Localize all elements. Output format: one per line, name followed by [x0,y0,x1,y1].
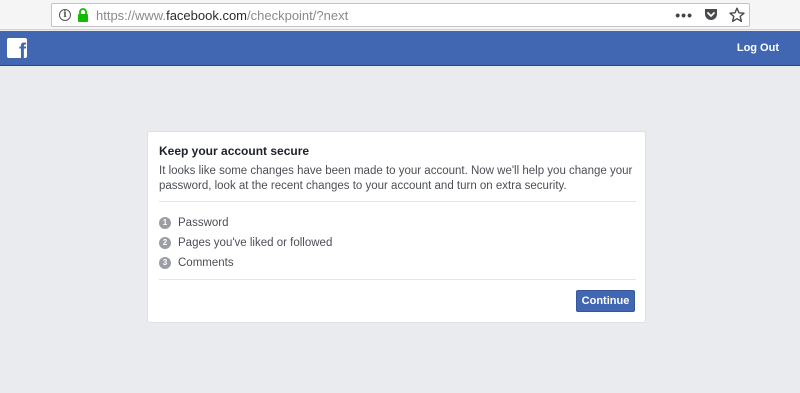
step-label: Comments [178,257,234,269]
browser-toolbar: i https://www.facebook.com/checkpoint/?n… [0,0,800,30]
steps-list: 1 Password 2 Pages you've liked or follo… [159,213,332,273]
step-item-password: 1 Password [159,213,332,233]
card-description: It looks like some changes have been mad… [159,165,633,192]
address-bar[interactable]: i https://www.facebook.com/checkpoint/?n… [51,3,750,27]
step-number-badge: 3 [159,257,171,269]
step-number-badge: 1 [159,217,171,229]
step-number-badge: 2 [159,237,171,249]
facebook-logo-icon[interactable]: f [7,38,27,58]
bookmark-star-icon[interactable] [729,7,745,23]
divider [159,201,636,202]
step-label: Pages you've liked or followed [178,237,333,249]
facebook-header: f Log Out [0,31,800,66]
pocket-icon[interactable] [703,7,719,23]
step-item-pages: 2 Pages you've liked or followed [159,233,332,253]
url-text: https://www.facebook.com/checkpoint/?nex… [96,8,349,23]
lock-icon [78,8,88,22]
continue-button[interactable]: Continue [576,290,635,312]
account-secure-card: Keep your account secure It looks like s… [147,131,646,323]
page-actions-menu-icon[interactable]: ••• [675,7,693,23]
step-item-comments: 3 Comments [159,253,332,273]
divider [159,279,636,280]
card-title: Keep your account secure [159,144,310,158]
logout-link[interactable]: Log Out [737,42,779,54]
step-label: Password [178,217,229,229]
info-icon[interactable]: i [59,9,71,21]
